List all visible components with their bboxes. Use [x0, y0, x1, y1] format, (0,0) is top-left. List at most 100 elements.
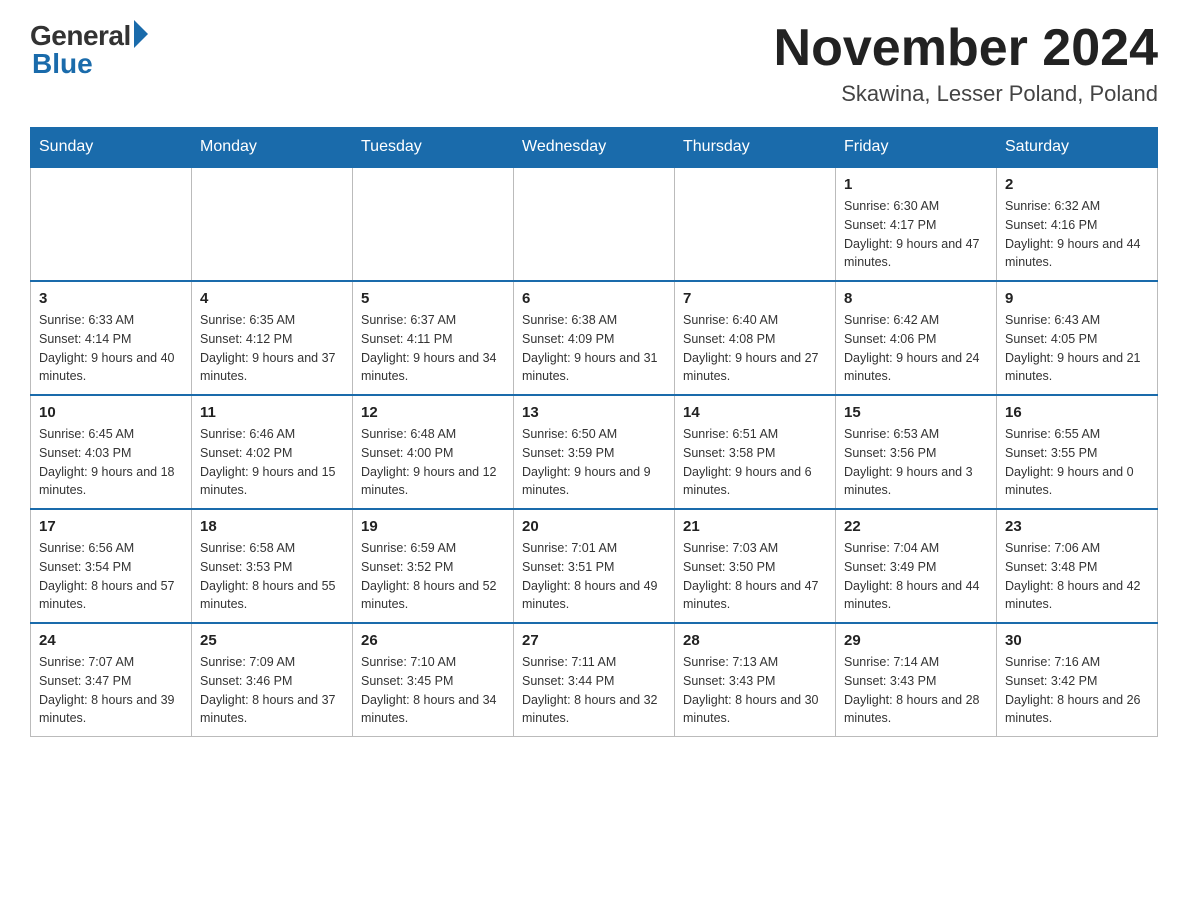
calendar-cell: 22 Sunrise: 7:04 AMSunset: 3:49 PMDayligh…	[836, 509, 997, 623]
calendar-cell	[675, 167, 836, 281]
day-number: 25	[200, 632, 344, 649]
calendar-cell	[353, 167, 514, 281]
day-number: 19	[361, 518, 505, 535]
day-info: Sunrise: 6:55 AMSunset: 3:55 PMDaylight:…	[1005, 425, 1149, 500]
day-number: 17	[39, 518, 183, 535]
day-number: 1	[844, 176, 988, 193]
logo-blue-text: Blue	[32, 48, 93, 80]
day-number: 10	[39, 404, 183, 421]
calendar-cell	[514, 167, 675, 281]
day-number: 16	[1005, 404, 1149, 421]
calendar-cell: 20Sunrise: 7:01 AMSunset: 3:51 PMDayligh…	[514, 509, 675, 623]
calendar-cell: 6Sunrise: 6:38 AMSunset: 4:09 PMDaylight…	[514, 281, 675, 395]
day-number: 7	[683, 290, 827, 307]
day-info: Sunrise: 7:16 AMSunset: 3:42 PMDaylight:…	[1005, 653, 1149, 728]
calendar-cell: 8 Sunrise: 6:42 AMSunset: 4:06 PMDaylight…	[836, 281, 997, 395]
calendar-cell: 16 Sunrise: 6:55 AMSunset: 3:55 PMDayligh…	[997, 395, 1158, 509]
column-header-wednesday: Wednesday	[514, 128, 675, 168]
day-info: Sunrise: 6:53 AMSunset: 3:56 PMDaylight:…	[844, 425, 988, 500]
day-info: Sunrise: 6:33 AMSunset: 4:14 PMDaylight:…	[39, 311, 183, 386]
day-info: Sunrise: 7:04 AMSunset: 3:49 PMDaylight:…	[844, 539, 988, 614]
day-info: Sunrise: 7:11 AMSunset: 3:44 PMDaylight:…	[522, 653, 666, 728]
calendar-cell: 9 Sunrise: 6:43 AMSunset: 4:05 PMDaylight…	[997, 281, 1158, 395]
calendar-cell: 15 Sunrise: 6:53 AMSunset: 3:56 PMDayligh…	[836, 395, 997, 509]
day-info: Sunrise: 6:32 AMSunset: 4:16 PMDaylight:…	[1005, 197, 1149, 272]
day-info: Sunrise: 6:40 AMSunset: 4:08 PMDaylight:…	[683, 311, 827, 386]
calendar-cell: 26Sunrise: 7:10 AMSunset: 3:45 PMDayligh…	[353, 623, 514, 737]
day-info: Sunrise: 6:48 AMSunset: 4:00 PMDaylight:…	[361, 425, 505, 500]
week-row-4: 17 Sunrise: 6:56 AMSunset: 3:54 PMDayligh…	[31, 509, 1158, 623]
day-number: 15	[844, 404, 988, 421]
day-number: 22	[844, 518, 988, 535]
day-number: 28	[683, 632, 827, 649]
day-info: Sunrise: 6:59 AMSunset: 3:52 PMDaylight:…	[361, 539, 505, 614]
day-number: 5	[361, 290, 505, 307]
day-number: 8	[844, 290, 988, 307]
calendar-cell: 30Sunrise: 7:16 AMSunset: 3:42 PMDayligh…	[997, 623, 1158, 737]
header: General Blue November 2024 Skawina, Less…	[30, 20, 1158, 107]
day-number: 4	[200, 290, 344, 307]
calendar-table: SundayMondayTuesdayWednesdayThursdayFrid…	[30, 127, 1158, 737]
day-info: Sunrise: 6:30 AMSunset: 4:17 PMDaylight:…	[844, 197, 988, 272]
day-number: 24	[39, 632, 183, 649]
calendar-cell: 24 Sunrise: 7:07 AMSunset: 3:47 PMDayligh…	[31, 623, 192, 737]
calendar-cell: 1 Sunrise: 6:30 AMSunset: 4:17 PMDaylight…	[836, 167, 997, 281]
day-number: 2	[1005, 176, 1149, 193]
day-info: Sunrise: 7:09 AMSunset: 3:46 PMDaylight:…	[200, 653, 344, 728]
title-area: November 2024 Skawina, Lesser Poland, Po…	[774, 20, 1158, 107]
day-info: Sunrise: 6:56 AMSunset: 3:54 PMDaylight:…	[39, 539, 183, 614]
logo: General Blue	[30, 20, 148, 80]
week-row-1: 1 Sunrise: 6:30 AMSunset: 4:17 PMDaylight…	[31, 167, 1158, 281]
column-header-thursday: Thursday	[675, 128, 836, 168]
day-number: 3	[39, 290, 183, 307]
week-row-5: 24 Sunrise: 7:07 AMSunset: 3:47 PMDayligh…	[31, 623, 1158, 737]
day-info: Sunrise: 6:51 AMSunset: 3:58 PMDaylight:…	[683, 425, 827, 500]
day-info: Sunrise: 6:58 AMSunset: 3:53 PMDaylight:…	[200, 539, 344, 614]
day-info: Sunrise: 7:07 AMSunset: 3:47 PMDaylight:…	[39, 653, 183, 728]
month-title: November 2024	[774, 20, 1158, 77]
day-number: 9	[1005, 290, 1149, 307]
day-info: Sunrise: 6:50 AMSunset: 3:59 PMDaylight:…	[522, 425, 666, 500]
calendar-cell: 10 Sunrise: 6:45 AMSunset: 4:03 PMDayligh…	[31, 395, 192, 509]
day-info: Sunrise: 6:43 AMSunset: 4:05 PMDaylight:…	[1005, 311, 1149, 386]
day-number: 12	[361, 404, 505, 421]
calendar-cell: 25 Sunrise: 7:09 AMSunset: 3:46 PMDayligh…	[192, 623, 353, 737]
calendar-cell: 27 Sunrise: 7:11 AMSunset: 3:44 PMDayligh…	[514, 623, 675, 737]
day-info: Sunrise: 6:37 AMSunset: 4:11 PMDaylight:…	[361, 311, 505, 386]
calendar-cell: 13 Sunrise: 6:50 AMSunset: 3:59 PMDayligh…	[514, 395, 675, 509]
day-info: Sunrise: 7:10 AMSunset: 3:45 PMDaylight:…	[361, 653, 505, 728]
calendar-cell: 14Sunrise: 6:51 AMSunset: 3:58 PMDayligh…	[675, 395, 836, 509]
day-info: Sunrise: 6:46 AMSunset: 4:02 PMDaylight:…	[200, 425, 344, 500]
calendar-cell: 7 Sunrise: 6:40 AMSunset: 4:08 PMDaylight…	[675, 281, 836, 395]
day-info: Sunrise: 6:35 AMSunset: 4:12 PMDaylight:…	[200, 311, 344, 386]
column-header-friday: Friday	[836, 128, 997, 168]
day-number: 21	[683, 518, 827, 535]
day-number: 6	[522, 290, 666, 307]
column-header-sunday: Sunday	[31, 128, 192, 168]
day-info: Sunrise: 7:06 AMSunset: 3:48 PMDaylight:…	[1005, 539, 1149, 614]
column-header-tuesday: Tuesday	[353, 128, 514, 168]
day-number: 20	[522, 518, 666, 535]
calendar-header-row: SundayMondayTuesdayWednesdayThursdayFrid…	[31, 128, 1158, 168]
day-info: Sunrise: 7:13 AMSunset: 3:43 PMDaylight:…	[683, 653, 827, 728]
calendar-cell	[31, 167, 192, 281]
calendar-cell: 17 Sunrise: 6:56 AMSunset: 3:54 PMDayligh…	[31, 509, 192, 623]
calendar-cell: 12 Sunrise: 6:48 AMSunset: 4:00 PMDayligh…	[353, 395, 514, 509]
day-number: 23	[1005, 518, 1149, 535]
calendar-cell: 21Sunrise: 7:03 AMSunset: 3:50 PMDayligh…	[675, 509, 836, 623]
day-number: 27	[522, 632, 666, 649]
day-number: 29	[844, 632, 988, 649]
day-number: 11	[200, 404, 344, 421]
week-row-3: 10 Sunrise: 6:45 AMSunset: 4:03 PMDayligh…	[31, 395, 1158, 509]
day-info: Sunrise: 6:42 AMSunset: 4:06 PMDaylight:…	[844, 311, 988, 386]
column-header-monday: Monday	[192, 128, 353, 168]
calendar-cell: 4 Sunrise: 6:35 AMSunset: 4:12 PMDaylight…	[192, 281, 353, 395]
week-row-2: 3 Sunrise: 6:33 AMSunset: 4:14 PMDaylight…	[31, 281, 1158, 395]
calendar-cell: 19 Sunrise: 6:59 AMSunset: 3:52 PMDayligh…	[353, 509, 514, 623]
day-info: Sunrise: 6:45 AMSunset: 4:03 PMDaylight:…	[39, 425, 183, 500]
calendar-cell: 29Sunrise: 7:14 AMSunset: 3:43 PMDayligh…	[836, 623, 997, 737]
calendar-cell: 18Sunrise: 6:58 AMSunset: 3:53 PMDayligh…	[192, 509, 353, 623]
day-number: 13	[522, 404, 666, 421]
calendar-cell: 2 Sunrise: 6:32 AMSunset: 4:16 PMDaylight…	[997, 167, 1158, 281]
calendar-cell: 5 Sunrise: 6:37 AMSunset: 4:11 PMDaylight…	[353, 281, 514, 395]
